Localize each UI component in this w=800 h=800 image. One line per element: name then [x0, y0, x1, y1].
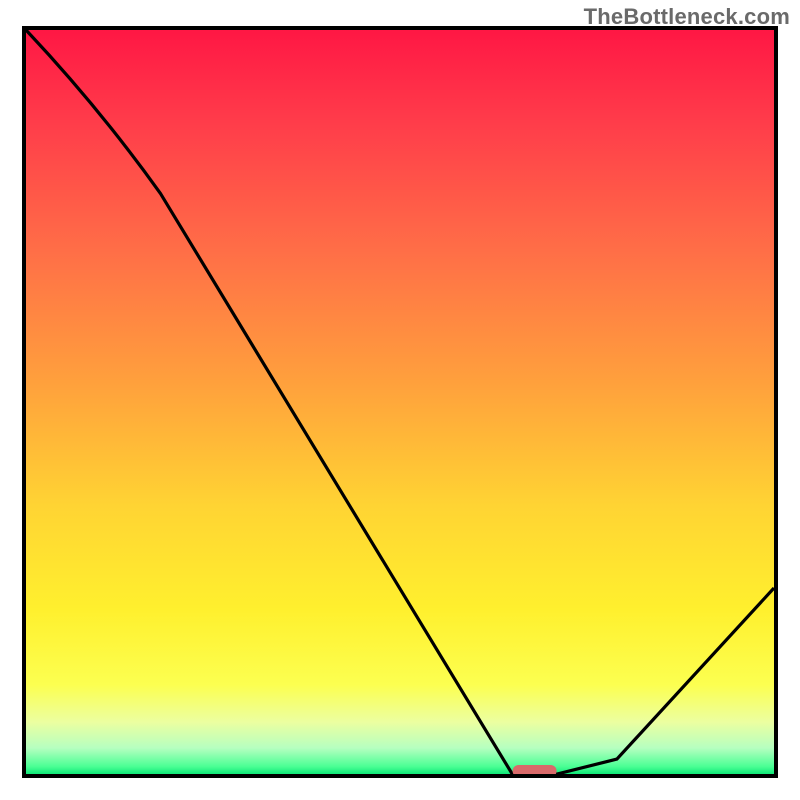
chart-svg	[26, 30, 774, 774]
gradient-background	[26, 30, 774, 774]
watermark: TheBottleneck.com	[584, 4, 790, 30]
optimal-marker	[513, 765, 557, 774]
plot-area	[26, 30, 774, 774]
chart-frame	[22, 26, 778, 778]
